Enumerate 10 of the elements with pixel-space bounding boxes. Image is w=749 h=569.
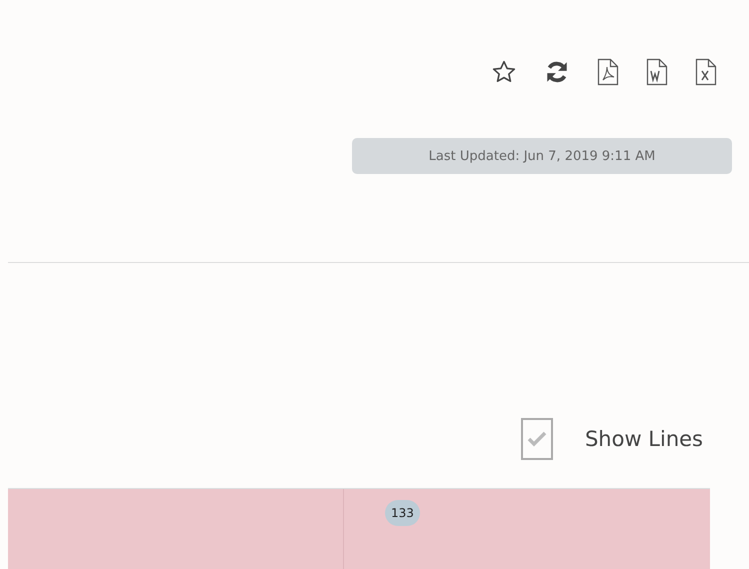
show-lines-label: Show Lines	[584, 427, 703, 451]
last-updated-label: Last Updated: Jun 7, 2019 9:11 AM	[352, 138, 732, 174]
pdf-file-icon[interactable]	[597, 58, 619, 86]
word-file-icon[interactable]	[646, 58, 668, 86]
refresh-icon[interactable]	[544, 59, 570, 85]
checkmark-icon	[526, 430, 548, 448]
star-icon[interactable]	[491, 59, 517, 85]
count-badge: 133	[385, 500, 420, 526]
show-lines-checkbox[interactable]	[520, 418, 553, 460]
excel-file-icon[interactable]	[695, 58, 717, 86]
